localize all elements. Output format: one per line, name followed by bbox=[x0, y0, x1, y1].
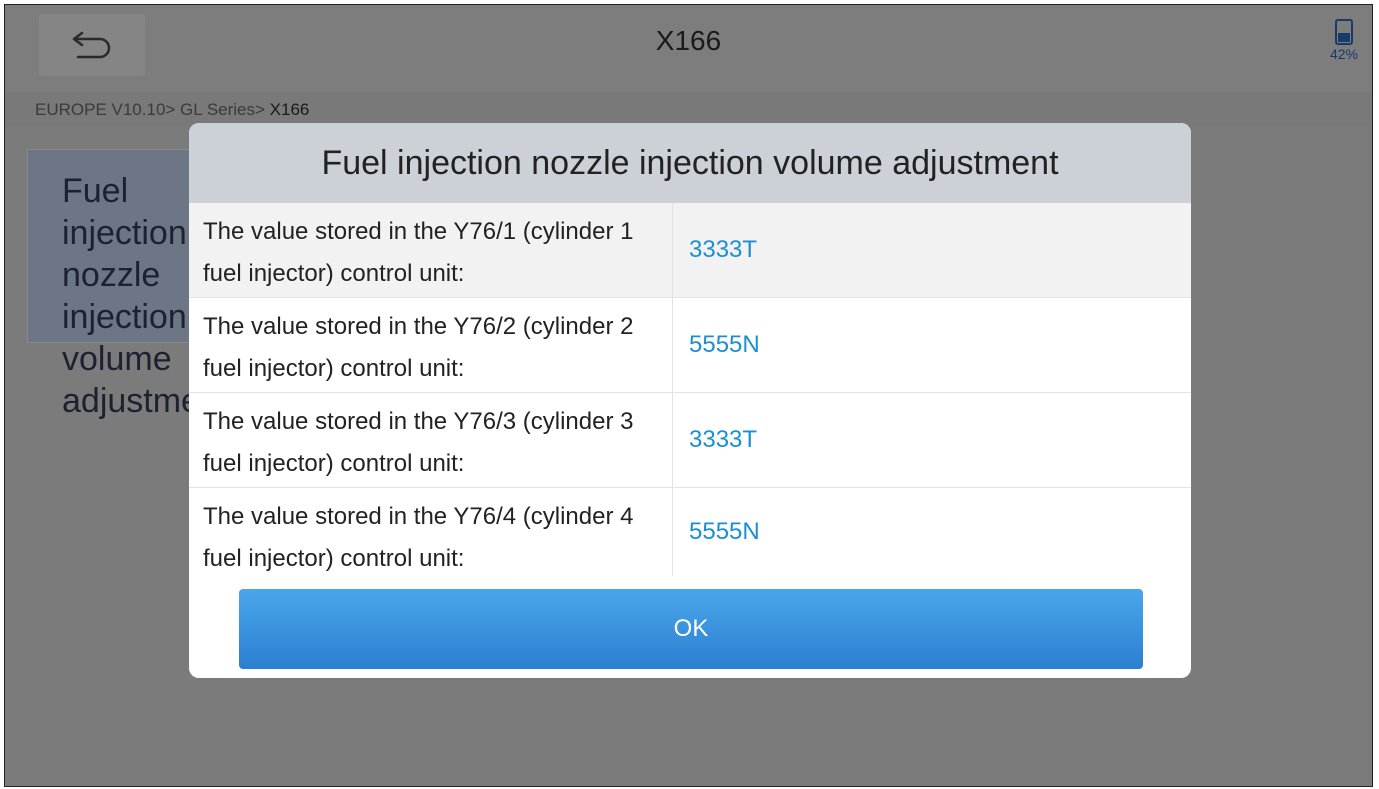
table-row: The value stored in the Y76/1 (cylinder … bbox=[189, 203, 1191, 298]
ok-button[interactable]: OK bbox=[239, 589, 1143, 669]
breadcrumb-current: X166 bbox=[269, 100, 310, 119]
row-value: 3333T bbox=[689, 236, 758, 263]
app-screen: X166 42% EUROPE V10.10> GL Series> X166 … bbox=[4, 4, 1373, 787]
row-label: The value stored in the Y76/3 (cylinder … bbox=[189, 393, 673, 487]
battery-percent: 42% bbox=[1329, 46, 1359, 62]
table-row: The value stored in the Y76/4 (cylinder … bbox=[189, 488, 1191, 576]
top-bar: X166 42% bbox=[5, 5, 1372, 91]
battery-indicator: 42% bbox=[1322, 19, 1366, 62]
battery-icon bbox=[1335, 19, 1353, 45]
breadcrumb-path[interactable]: EUROPE V10.10> GL Series> bbox=[35, 100, 270, 119]
row-label: The value stored in the Y76/1 (cylinder … bbox=[189, 203, 673, 297]
row-value: 5555N bbox=[689, 331, 760, 358]
value-table: The value stored in the Y76/1 (cylinder … bbox=[189, 203, 1191, 576]
table-row: The value stored in the Y76/3 (cylinder … bbox=[189, 393, 1191, 488]
table-row: The value stored in the Y76/2 (cylinder … bbox=[189, 298, 1191, 393]
breadcrumb-bar: EUROPE V10.10> GL Series> X166 bbox=[5, 93, 1372, 127]
row-value: 3333T bbox=[689, 426, 758, 453]
breadcrumb: EUROPE V10.10> GL Series> X166 bbox=[35, 100, 309, 120]
row-label: The value stored in the Y76/4 (cylinder … bbox=[189, 488, 673, 576]
page-title: X166 bbox=[655, 25, 722, 56]
result-dialog: Fuel injection nozzle injection volume a… bbox=[189, 123, 1191, 678]
row-label: The value stored in the Y76/2 (cylinder … bbox=[189, 298, 673, 392]
row-value: 5555N bbox=[689, 518, 760, 545]
dialog-title: Fuel injection nozzle injection volume a… bbox=[189, 123, 1191, 203]
